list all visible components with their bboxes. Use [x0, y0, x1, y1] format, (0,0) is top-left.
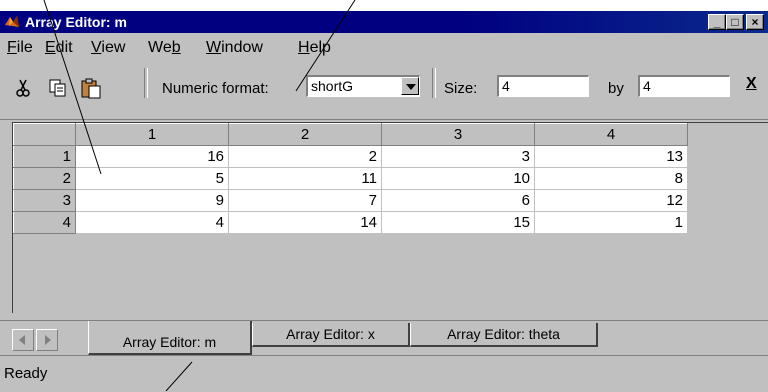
tab-scroll-left-icon[interactable] [12, 329, 34, 351]
status-bar: Ready [0, 355, 768, 392]
numeric-format-label: Numeric format: [162, 80, 269, 97]
grid-cell[interactable]: 10 [381, 167, 535, 190]
cols-size-value: 4 [643, 78, 651, 94]
rows-size-input[interactable]: 4 [497, 75, 589, 97]
window-title: Array Editor: m [25, 14, 127, 30]
grid-cell[interactable]: 12 [534, 189, 688, 212]
by-label: by [608, 80, 624, 97]
array-table: 1 2 3 4 1 16 2 3 13 2 5 11 10 8 3 9 7 6 … [13, 123, 688, 234]
tab-array-editor-m[interactable]: Array Editor: m [88, 321, 252, 355]
grid-cell[interactable]: 1 [534, 211, 688, 234]
grid-cell[interactable]: 5 [75, 167, 229, 190]
numeric-format-value: shortG [311, 78, 354, 94]
tab-scroll-right-icon[interactable] [36, 329, 58, 351]
column-header[interactable]: 2 [228, 123, 382, 146]
grid-cell[interactable]: 2 [228, 145, 382, 168]
grid-cell[interactable]: 7 [228, 189, 382, 212]
row-header[interactable]: 1 [13, 145, 76, 168]
minimize-button[interactable]: _ [708, 14, 726, 30]
close-editor-button[interactable]: X [746, 75, 757, 93]
grid-cell[interactable]: 16 [75, 145, 229, 168]
table-row: 1 16 2 3 13 [13, 145, 688, 168]
array-grid-area: 1 2 3 4 1 16 2 3 13 2 5 11 10 8 3 9 7 6 … [0, 119, 768, 320]
maximize-button[interactable]: □ [726, 14, 744, 30]
toolbar: Numeric format: shortG Size: 4 by 4 X [0, 63, 768, 119]
tab-array-editor-x[interactable]: Array Editor: x [252, 323, 410, 347]
grid-cell[interactable]: 11 [228, 167, 382, 190]
cols-size-input[interactable]: 4 [638, 75, 730, 97]
column-header[interactable]: 4 [534, 123, 688, 146]
menu-view[interactable]: View [91, 39, 125, 57]
menu-web[interactable]: Web [148, 39, 181, 57]
grid-cell[interactable]: 8 [534, 167, 688, 190]
menu-file[interactable]: File [7, 39, 33, 57]
table-row: 3 9 7 6 12 [13, 189, 688, 212]
toolbar-separator [144, 68, 148, 98]
array-grid: 1 2 3 4 1 16 2 3 13 2 5 11 10 8 3 9 7 6 … [12, 122, 768, 313]
grid-corner[interactable] [13, 123, 76, 146]
grid-cell[interactable]: 3 [381, 145, 535, 168]
menu-bar: File Edit View Web Window Help [0, 33, 768, 63]
grid-cell[interactable]: 15 [381, 211, 535, 234]
toolbar-separator [432, 68, 436, 98]
row-header[interactable]: 3 [13, 189, 76, 212]
menu-help[interactable]: Help [298, 39, 331, 57]
matlab-app-icon [3, 13, 21, 31]
grid-cell[interactable]: 14 [228, 211, 382, 234]
table-row: 2 5 11 10 8 [13, 167, 688, 190]
chevron-down-icon[interactable] [401, 77, 419, 95]
numeric-format-select[interactable]: shortG [306, 75, 420, 97]
grid-cell[interactable]: 9 [75, 189, 229, 212]
close-window-button[interactable]: × [746, 14, 764, 30]
column-header[interactable]: 1 [75, 123, 229, 146]
row-header[interactable]: 4 [13, 211, 76, 234]
tab-array-editor-theta[interactable]: Array Editor: theta [410, 323, 598, 347]
menu-window[interactable]: Window [206, 39, 263, 57]
status-text: Ready [4, 365, 48, 382]
document-tab-strip: Array Editor: m Array Editor: x Array Ed… [0, 320, 768, 355]
rows-size-value: 4 [502, 78, 510, 94]
paste-icon[interactable] [80, 77, 102, 102]
copy-icon[interactable] [48, 78, 68, 101]
grid-cell[interactable]: 4 [75, 211, 229, 234]
size-label: Size: [444, 80, 478, 97]
array-editor-window: Array Editor: m _ □ × File Edit View Web… [0, 0, 768, 392]
title-bar[interactable]: Array Editor: m _ □ × [0, 11, 768, 33]
column-header[interactable]: 3 [381, 123, 535, 146]
grid-cell[interactable]: 13 [534, 145, 688, 168]
grid-cell[interactable]: 6 [381, 189, 535, 212]
row-header[interactable]: 2 [13, 167, 76, 190]
table-row: 4 4 14 15 1 [13, 211, 688, 234]
menu-edit[interactable]: Edit [45, 39, 73, 57]
cut-icon[interactable] [14, 78, 32, 101]
